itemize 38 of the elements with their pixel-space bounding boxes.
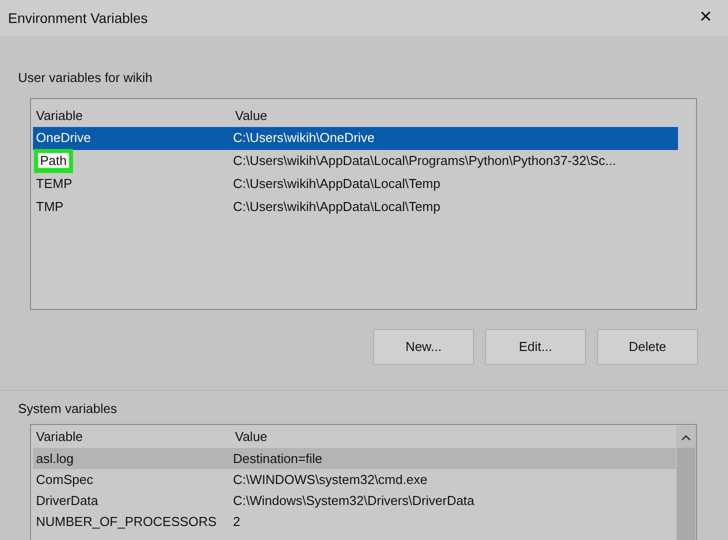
dialog-button[interactable]: Delete [597, 328, 698, 364]
column-header[interactable]: Value [235, 106, 268, 126]
variable-value: 2 [233, 512, 240, 531]
list-row[interactable]: TEMP C:\Users\wikih\AppData\Local\Temp [33, 172, 678, 196]
variable-value: C:\Windows\System32\Drivers\DriverData [233, 492, 474, 510]
list-row[interactable]: DriverData C:\Windows\System32\Drivers\DriverData [33, 490, 676, 511]
variable-value: C:\Users\wikih\AppData\Local\Temp [233, 175, 440, 194]
variable-value: C:\Users\wikih\AppData\Local\Temp [233, 198, 440, 216]
variable-name: TMP [36, 198, 64, 216]
variable-name: ComSpec [35, 470, 94, 489]
close-button[interactable]: ✕ [695, 6, 716, 30]
scroll-thumb[interactable] [677, 448, 695, 540]
variable-name: OneDrive [36, 129, 91, 148]
list-row[interactable]: OneDrive C:\Users\wikih\OneDrive [33, 126, 678, 150]
variable-value: C:\Users\wikih\AppData\Local\Programs\Python\Python37-32\Sc... [233, 152, 616, 170]
column-header[interactable]: Variable [35, 427, 235, 447]
list-row[interactable]: Path C:\Users\wikih\AppData\Local\Programs\Python\Python37-32\Sc... [33, 150, 678, 172]
group-label: System variables [18, 400, 118, 418]
list-row[interactable]: asl.log Destination=file [33, 448, 676, 469]
dialog-button[interactable]: Edit... [485, 328, 586, 364]
window-title: Environment Variables [8, 8, 148, 28]
variable-name: asl.log [35, 450, 75, 468]
list-row[interactable]: ComSpec C:\WINDOWS\system32\cmd.exe [33, 469, 676, 490]
variable-value: C:\WINDOWS\system32\cmd.exe [233, 470, 428, 489]
scroll-up-icon[interactable] [681, 434, 691, 442]
variable-name: DriverData [35, 492, 100, 510]
scrollbar[interactable] [676, 426, 696, 540]
list-row[interactable]: TMP C:\Users\wikih\AppData\Local\Temp [33, 196, 678, 218]
column-header[interactable]: Value [235, 427, 268, 447]
list-row[interactable]: NUMBER_OF_PROCESSORS 2 [33, 511, 676, 532]
column-header[interactable]: Variable [35, 106, 235, 126]
variable-value: C:\Users\wikih\OneDrive [233, 129, 375, 148]
dialog-button[interactable]: New... [373, 328, 474, 364]
variable-name: NUMBER_OF_PROCESSORS [35, 512, 218, 531]
variable-value: Destination=file [233, 450, 322, 468]
variable-name: Path [34, 149, 73, 173]
variable-name: TEMP [36, 175, 72, 194]
group-label: User variables for wikih [18, 69, 154, 87]
